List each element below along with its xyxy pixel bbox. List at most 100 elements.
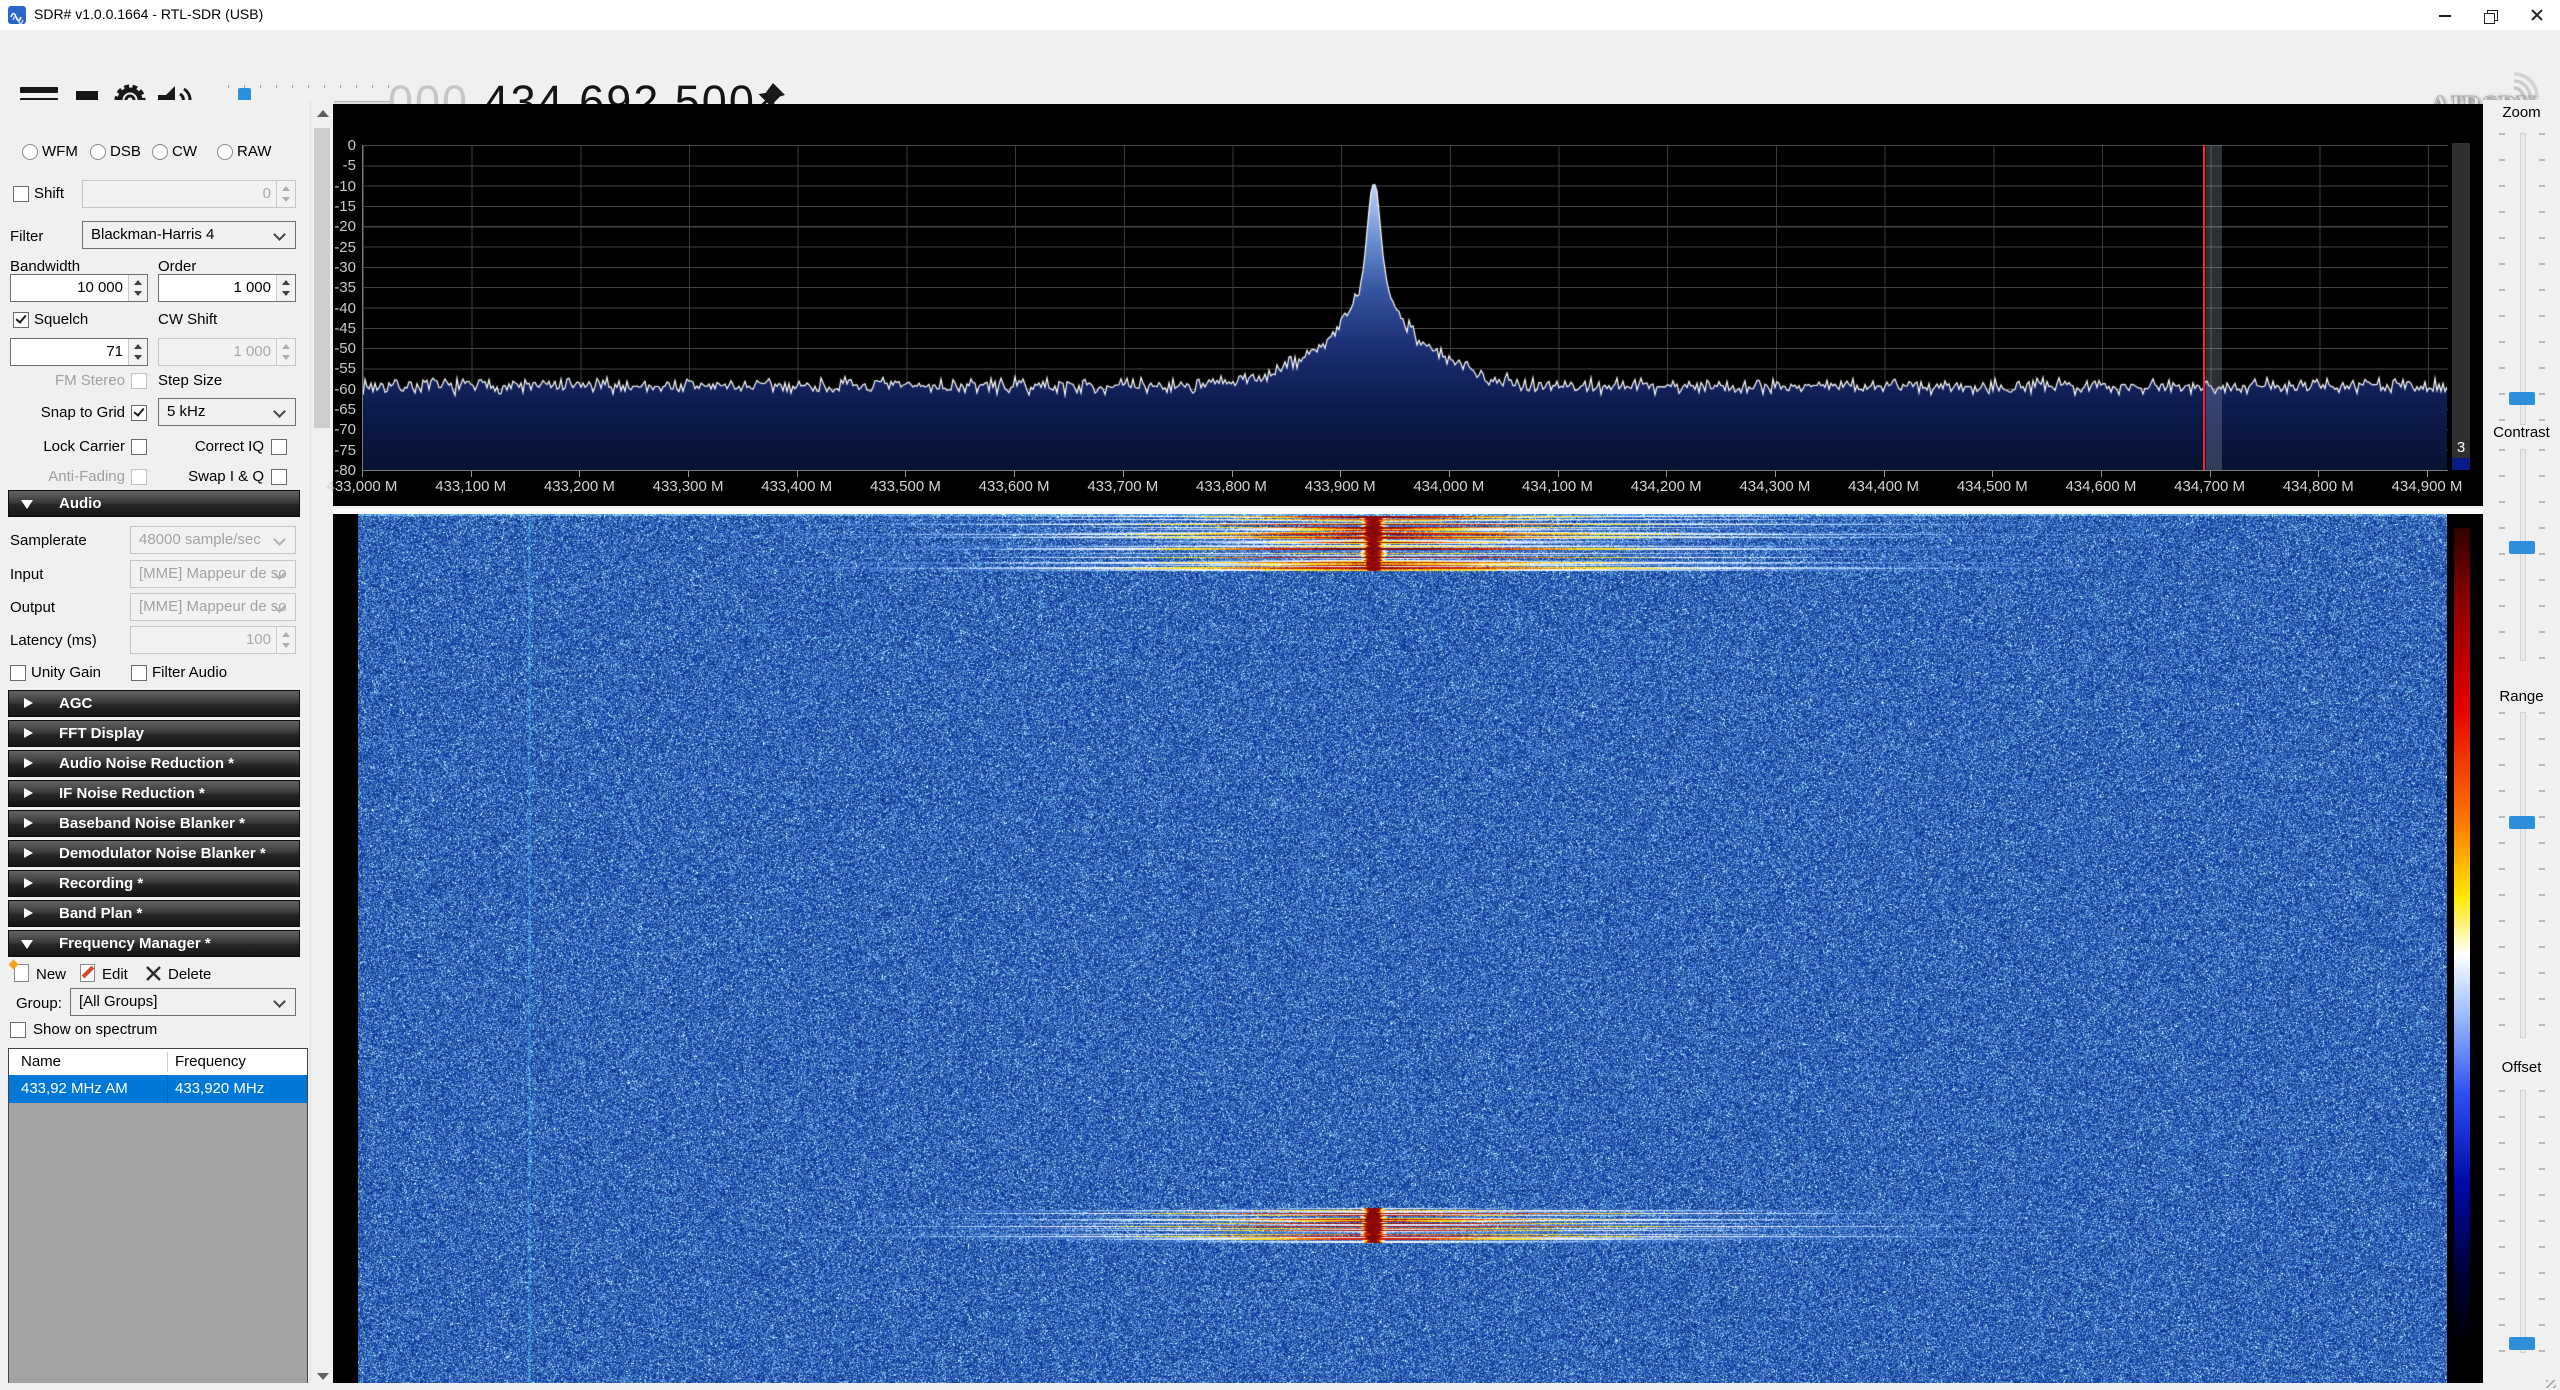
bandwidth-input[interactable]: 10 000 (10, 274, 148, 302)
slider-track[interactable] (2520, 449, 2526, 661)
volume-ticks (228, 85, 390, 88)
db-axis-label: -25 (316, 239, 356, 256)
squelch-input[interactable]: 71 (10, 338, 148, 366)
zoom-slider[interactable] (2487, 133, 2557, 425)
tuning-bandwidth-band[interactable] (2206, 145, 2222, 470)
cw-shift-spinner[interactable] (276, 339, 295, 365)
freq-axis-tick (905, 471, 906, 477)
slider-ticks (2499, 449, 2505, 661)
fm-stereo-label: FM Stereo (5, 372, 125, 389)
db-axis-label: 0 (316, 137, 356, 154)
delete-button[interactable]: Delete (168, 966, 211, 983)
db-axis-label: -65 (316, 401, 356, 418)
section-header-baseband-noise-blanker[interactable]: Baseband Noise Blanker * (8, 810, 300, 837)
column-header-frequency[interactable]: Frequency (175, 1053, 246, 1070)
filter-audio-checkbox[interactable] (131, 665, 147, 681)
freq-axis-label: 434,400 M (1829, 478, 1939, 495)
freq-axis-tick (362, 471, 363, 477)
snap-to-grid-checkbox[interactable] (131, 405, 147, 421)
column-header-name[interactable]: Name (21, 1053, 61, 1070)
mode-radio-dsb[interactable] (90, 144, 106, 160)
unity-gain-checkbox[interactable] (10, 665, 26, 681)
section-header-band-plan[interactable]: Band Plan * (8, 900, 300, 927)
correct-iq-checkbox[interactable] (271, 439, 287, 455)
freq-axis-label: 433,900 M (1285, 478, 1395, 495)
edit-button[interactable]: Edit (102, 966, 128, 983)
range-slider[interactable] (2487, 712, 2557, 1038)
waterfall-canvas[interactable] (358, 514, 2447, 1383)
mode-radio-raw[interactable] (217, 144, 233, 160)
resize-grip[interactable] (2546, 1380, 2556, 1388)
order-input[interactable]: 1 000 (158, 274, 296, 302)
scroll-down-icon[interactable] (317, 1373, 329, 1380)
output-value: [MME] Mappeur de so (139, 598, 287, 615)
db-axis-label: -15 (316, 198, 356, 215)
table-row[interactable]: 433,92 MHz AM433,920 MHz (9, 1075, 307, 1103)
slider-track[interactable] (2520, 712, 2526, 1038)
db-axis-label: -30 (316, 259, 356, 276)
chevron-right-icon (24, 818, 33, 828)
shift-spinner[interactable] (276, 181, 295, 207)
step-size-dropdown[interactable]: 5 kHz (158, 398, 296, 426)
section-header-if-noise-reduction[interactable]: IF Noise Reduction * (8, 780, 300, 807)
contrast-slider[interactable] (2487, 449, 2557, 661)
fm-stereo-checkbox (131, 373, 147, 389)
db-axis-label: -60 (316, 381, 356, 398)
spectrum-canvas[interactable] (363, 145, 2447, 470)
section-header-agc[interactable]: AGC (8, 690, 300, 717)
slider-ticks (2499, 712, 2505, 1038)
slider-track[interactable] (2520, 133, 2526, 425)
swap-iq-checkbox[interactable] (271, 469, 287, 485)
frequency-table[interactable]: Name Frequency 433,92 MHz AM433,920 MHz (8, 1048, 308, 1384)
section-header-audio[interactable]: Audio (8, 490, 300, 517)
output-label: Output (10, 599, 55, 616)
bandwidth-label: Bandwidth (10, 258, 80, 275)
shift-checkbox[interactable] (13, 186, 29, 202)
squelch-label: Squelch (34, 311, 88, 328)
scroll-up-icon[interactable] (317, 110, 329, 117)
freq-axis-label: 434,200 M (1611, 478, 1721, 495)
minimize-button[interactable] (2422, 0, 2468, 30)
slider-ticks (2499, 133, 2505, 425)
section-label: Demodulator Noise Blanker * (59, 841, 266, 866)
range-slider-thumb[interactable] (2509, 816, 2535, 829)
mode-radio-wfm[interactable] (22, 144, 38, 160)
lock-carrier-label: Lock Carrier (5, 438, 125, 455)
section-header-recording[interactable]: Recording * (8, 870, 300, 897)
restore-button[interactable] (2468, 0, 2514, 30)
title-bar: SDR# v1.0.0.1664 - RTL-SDR (USB) (0, 0, 2560, 30)
order-spinner[interactable] (276, 275, 295, 301)
section-header-demodulator-noise-blanker[interactable]: Demodulator Noise Blanker * (8, 840, 300, 867)
panel-separator[interactable] (333, 506, 2483, 514)
squelch-value: 71 (106, 339, 123, 365)
table-header[interactable]: Name Frequency (9, 1049, 307, 1076)
close-button[interactable] (2514, 0, 2560, 30)
section-header-frequency-manager[interactable]: Frequency Manager * (8, 930, 300, 957)
mode-radio-cw[interactable] (152, 144, 168, 160)
squelch-checkbox[interactable] (13, 312, 29, 328)
offset-slider-thumb[interactable] (2509, 1337, 2535, 1350)
lock-carrier-checkbox[interactable] (131, 439, 147, 455)
freq-axis-label: 434,500 M (1937, 478, 2047, 495)
shift-input[interactable]: 0 (82, 180, 296, 208)
new-button[interactable]: New (36, 966, 66, 983)
cw-shift-input[interactable]: 1 000 (158, 338, 296, 366)
latency-input: 100 (130, 626, 296, 654)
filter-dropdown[interactable]: Blackman-Harris 4 (82, 221, 296, 249)
offset-slider[interactable] (2487, 1090, 2557, 1353)
section-header-fft-display[interactable]: FFT Display (8, 720, 300, 747)
section-header-audio-noise-reduction[interactable]: Audio Noise Reduction * (8, 750, 300, 777)
zoom-slider-thumb[interactable] (2509, 392, 2535, 405)
contrast-slider-label: Contrast (2483, 424, 2560, 441)
bandwidth-spinner[interactable] (128, 275, 147, 301)
freq-axis-tick (579, 471, 580, 477)
contrast-slider-thumb[interactable] (2509, 541, 2535, 554)
slider-track[interactable] (2520, 1090, 2526, 1353)
tuning-line[interactable] (2203, 145, 2205, 470)
group-dropdown[interactable]: [All Groups] (70, 988, 296, 1016)
freq-axis-tick (1775, 471, 1776, 477)
squelch-spinner[interactable] (128, 339, 147, 365)
freq-axis-label: 433,300 M (633, 478, 743, 495)
filter-audio-label: Filter Audio (152, 664, 227, 681)
show-on-spectrum-checkbox[interactable] (10, 1022, 26, 1038)
